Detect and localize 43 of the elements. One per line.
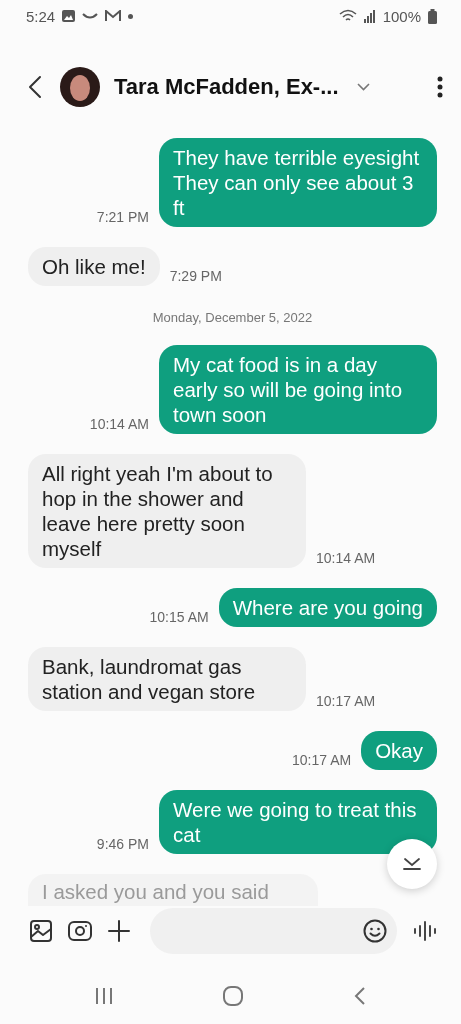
message-time: 10:17 AM (292, 752, 352, 770)
more-options-icon[interactable] (437, 76, 443, 98)
battery-icon (428, 8, 437, 24)
message-time: 10:14 AM (316, 550, 376, 568)
mail-icon (105, 10, 122, 22)
message-time: 10:14 AM (89, 416, 149, 434)
message-bubble[interactable]: Oh like me! (28, 247, 160, 286)
gallery-icon[interactable] (30, 920, 52, 942)
message-time: 7:29 PM (169, 268, 222, 286)
message-bubble[interactable]: Bank, laundromat gas station and vegan store (28, 647, 306, 711)
signal-icon (363, 9, 376, 23)
message-time: 10:17 AM (316, 693, 376, 711)
image-icon (62, 10, 76, 22)
message-bubble[interactable]: I asked you and you said (28, 874, 318, 906)
battery-percent: 100% (382, 7, 421, 25)
message-bubble[interactable]: Where are you going (218, 588, 437, 627)
dot-icon (128, 13, 134, 19)
voice-icon[interactable] (413, 921, 437, 941)
plus-icon[interactable] (108, 920, 130, 942)
curve-icon (82, 12, 99, 20)
wifi-icon (338, 9, 357, 23)
scroll-down-button[interactable] (387, 839, 437, 889)
scroll-down-icon (402, 857, 422, 871)
recent-apps-icon[interactable] (94, 987, 113, 1005)
message-time: 7:21 PM (96, 209, 149, 227)
message-bubble[interactable]: They have terrible eyesight They can only see about 3 ft (159, 138, 437, 227)
camera-icon[interactable] (68, 920, 92, 942)
message-field[interactable] (150, 908, 397, 954)
back-icon[interactable] (354, 986, 367, 1006)
chevron-down-icon[interactable] (356, 83, 370, 91)
date-divider: Monday, December 5, 2022 (152, 310, 313, 325)
clock: 5:24 (26, 7, 56, 25)
emoji-icon[interactable] (363, 919, 387, 943)
back-button[interactable] (28, 75, 42, 99)
message-time: 10:15 AM (149, 609, 209, 627)
message-time: 9:46 PM (96, 836, 149, 854)
contact-name[interactable]: Tara McFadden, Ex-... (114, 74, 339, 100)
message-bubble[interactable]: My cat food is in a day early so will be going into town soon (159, 345, 437, 434)
contact-avatar[interactable] (60, 67, 100, 107)
home-icon[interactable] (222, 985, 245, 1007)
message-bubble[interactable]: All right yeah I'm about to hop in the shower and leave here pretty soon myself (28, 454, 306, 568)
message-bubble[interactable]: Okay (361, 731, 437, 770)
message-bubble[interactable]: Were we going to treat this cat (159, 790, 437, 854)
